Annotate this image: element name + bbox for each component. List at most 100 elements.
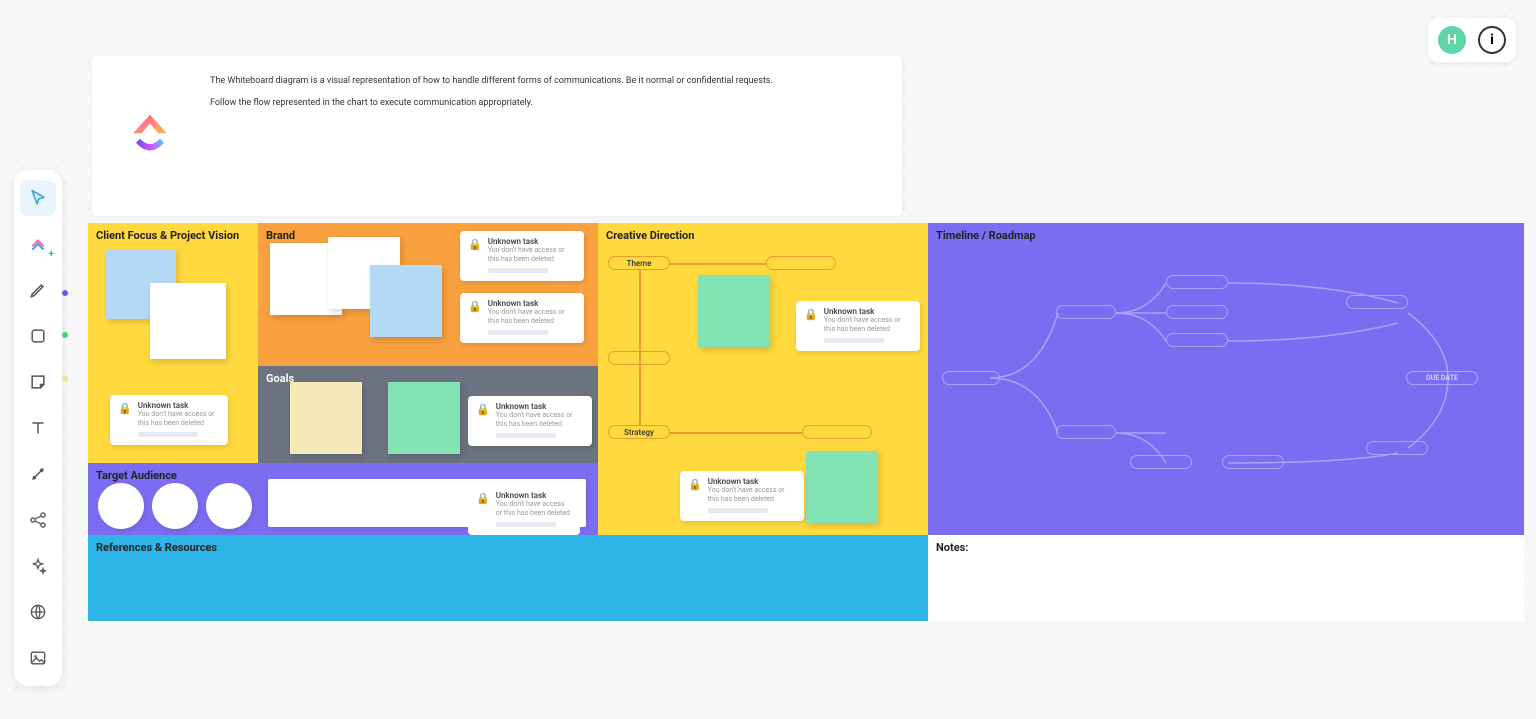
sticky-note[interactable] [150, 283, 226, 359]
timeline-node[interactable] [1366, 441, 1428, 455]
timeline-node-due-date[interactable]: DUE DATE [1406, 371, 1478, 385]
flow-node[interactable] [766, 256, 836, 270]
clickup-tool[interactable]: + [20, 226, 56, 262]
lock-icon: 🔒 [688, 478, 702, 491]
section-notes[interactable]: Notes: [928, 535, 1524, 621]
avatar-placeholder[interactable] [206, 483, 252, 529]
intro-card[interactable]: The Whiteboard diagram is a visual repre… [92, 56, 902, 216]
lock-icon: 🔒 [468, 238, 482, 251]
task-title: Unknown task [138, 401, 220, 410]
flow-connector [639, 270, 641, 426]
section-goals[interactable]: Goals 🔒 Unknown task You don't have acce… [258, 366, 598, 463]
cursor-icon [28, 188, 48, 208]
timeline-node[interactable] [1166, 333, 1228, 347]
text-icon [28, 418, 48, 438]
pen-icon [28, 280, 48, 300]
image-icon [28, 648, 48, 668]
task-subtitle: You don't have access or this has been d… [138, 410, 220, 428]
sticky-tool[interactable] [20, 364, 56, 400]
task-placeholder-bar [496, 433, 556, 438]
task-card[interactable]: 🔒 Unknown task You don't have access or … [468, 396, 592, 446]
ai-tool[interactable] [20, 548, 56, 584]
task-subtitle: You don't have access or this has been d… [496, 411, 584, 429]
logo [110, 70, 190, 202]
timeline-node[interactable] [1166, 275, 1228, 289]
image-tool[interactable] [20, 640, 56, 676]
task-placeholder-bar [708, 508, 768, 513]
intro-line-2: Follow the flow represented in the chart… [210, 96, 773, 110]
timeline-node[interactable] [1222, 455, 1284, 469]
plus-icon: + [49, 249, 54, 260]
connector-icon [28, 464, 48, 484]
section-label: References & Resources [88, 535, 928, 560]
intro-text: The Whiteboard diagram is a visual repre… [210, 70, 773, 202]
section-timeline[interactable]: Timeline / Roadmap DUE DATE [928, 223, 1524, 535]
sticky-note[interactable] [370, 265, 442, 337]
task-subtitle: You don't have access or this has been d… [708, 486, 796, 504]
timeline-node[interactable] [1346, 295, 1408, 309]
task-title: Unknown task [488, 299, 576, 308]
lock-icon: 🔒 [476, 492, 490, 505]
section-target-audience[interactable]: Target Audience 🔒 Unknown task You don't… [88, 463, 598, 535]
left-toolbar: + [14, 170, 62, 686]
task-placeholder-bar [488, 268, 548, 273]
section-client-focus[interactable]: Client Focus & Project Vision 🔒 Unknown … [88, 223, 258, 463]
section-label: Creative Direction [598, 223, 928, 248]
flow-node[interactable] [608, 351, 670, 365]
task-title: Unknown task [824, 307, 912, 316]
section-references[interactable]: References & Resources [88, 535, 928, 621]
sticky-note[interactable] [698, 275, 770, 347]
task-card[interactable]: 🔒 Unknown task You don't have access or … [460, 231, 584, 281]
task-subtitle: You don't have access or this has been d… [824, 316, 912, 334]
sticky-note[interactable] [806, 451, 878, 523]
timeline-node[interactable] [1056, 305, 1116, 319]
sparkle-icon [28, 556, 48, 576]
globe-icon [28, 602, 48, 622]
text-tool[interactable] [20, 410, 56, 446]
task-card[interactable]: 🔒 Unknown task You don't have access or … [110, 395, 228, 445]
text-box[interactable]: 🔒 Unknown task You don't have access or … [268, 479, 586, 527]
shape-tool[interactable] [20, 318, 56, 354]
task-title: Unknown task [488, 237, 576, 246]
color-swatch-yellow[interactable] [62, 376, 68, 382]
sticky-note[interactable] [388, 382, 460, 454]
task-title: Unknown task [708, 477, 796, 486]
timeline-node[interactable] [942, 371, 1000, 385]
task-placeholder-bar [488, 330, 548, 335]
flow-node-strategy[interactable]: Strategy [608, 425, 670, 439]
task-placeholder-bar [138, 432, 198, 437]
intro-line-1: The Whiteboard diagram is a visual repre… [210, 74, 773, 88]
info-icon: i [1490, 32, 1494, 48]
task-card[interactable]: 🔒 Unknown task You don't have access or … [680, 471, 804, 521]
lock-icon: 🔒 [118, 402, 132, 415]
mindmap-tool[interactable] [20, 502, 56, 538]
connector-tool[interactable] [20, 456, 56, 492]
task-subtitle: You don't have access or this has been d… [488, 246, 576, 264]
color-swatch-green[interactable] [62, 332, 68, 338]
task-card[interactable]: 🔒 Unknown task You don't have access or … [796, 301, 920, 351]
color-swatch-purple[interactable] [62, 290, 68, 296]
timeline-node[interactable] [1130, 455, 1192, 469]
select-tool[interactable] [20, 180, 56, 216]
section-label: Notes: [928, 535, 1524, 560]
task-card[interactable]: 🔒 Unknown task You don't have access or … [468, 485, 580, 535]
nodes-icon [28, 510, 48, 530]
section-creative-direction[interactable]: Creative Direction Theme Strategy 🔒 Unkn… [598, 223, 928, 535]
avatar-placeholder[interactable] [152, 483, 198, 529]
clickup-icon [28, 234, 48, 254]
task-placeholder-bar [824, 338, 884, 343]
lock-icon: 🔒 [804, 308, 818, 321]
sticky-note[interactable] [290, 382, 362, 454]
task-card[interactable]: 🔒 Unknown task You don't have access or … [460, 293, 584, 343]
flow-node[interactable] [802, 425, 872, 439]
timeline-node[interactable] [1166, 305, 1228, 319]
section-brand[interactable]: Brand 🔒 Unknown task You don't have acce… [258, 223, 598, 366]
avatar-placeholder[interactable] [98, 483, 144, 529]
pen-tool[interactable] [20, 272, 56, 308]
web-tool[interactable] [20, 594, 56, 630]
user-avatar[interactable]: H [1438, 26, 1466, 54]
timeline-node[interactable] [1056, 425, 1116, 439]
info-button[interactable]: i [1478, 26, 1506, 54]
flow-connector [670, 432, 802, 434]
flow-node-theme[interactable]: Theme [608, 256, 670, 270]
